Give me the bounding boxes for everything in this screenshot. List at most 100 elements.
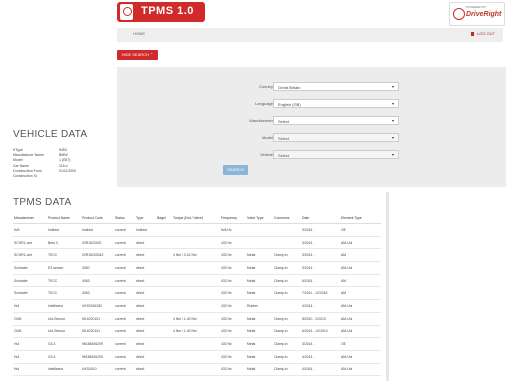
table-cell: 3/2014 - bbox=[301, 248, 340, 263]
table-cell: Schrader bbox=[13, 286, 47, 301]
table-cell: TECC bbox=[47, 286, 81, 301]
table-cell bbox=[246, 223, 273, 237]
table-cell: OUB bbox=[13, 312, 47, 326]
table-cell bbox=[156, 299, 172, 313]
table-row[interactable]: Hul Intellisens UKS4010 current direct 433 Hz… bbox=[13, 363, 381, 377]
form-row-manufacturer: Manufacturer Select bbox=[117, 116, 506, 126]
table-cell bbox=[156, 325, 172, 339]
vehicle-field: Car Name 118 d bbox=[13, 164, 68, 168]
table-cell: Indirect bbox=[47, 223, 81, 237]
nav-home-link[interactable]: HOME bbox=[133, 31, 145, 36]
table-cell bbox=[156, 274, 172, 288]
table-cell: AM-Uni bbox=[340, 236, 381, 250]
table-cell: Metal bbox=[246, 337, 273, 351]
table-cell: direct bbox=[135, 274, 156, 288]
table-cell bbox=[156, 350, 172, 364]
manufacturer-select[interactable]: Select bbox=[273, 116, 399, 125]
table-cell bbox=[172, 274, 220, 288]
table-cell: Rubber bbox=[246, 299, 273, 313]
vehicle-field-key: Construction To bbox=[13, 174, 38, 178]
vehicle-field: Construction From 01/11/2002 bbox=[13, 169, 76, 173]
table-cell: 433 Hz bbox=[220, 363, 246, 377]
table-cell: Hul bbox=[13, 337, 47, 351]
table-cell: current bbox=[114, 286, 135, 301]
table-cell bbox=[172, 261, 220, 275]
app-header: TPMS 1.0 POWERED BY DriveRight bbox=[0, 0, 506, 26]
vehicle-data-panel: VEHICLE DATA KType 5453 Manufacturer Name B… bbox=[0, 120, 117, 192]
table-cell bbox=[156, 337, 172, 351]
table-cell bbox=[172, 299, 220, 313]
table-cell: direct bbox=[135, 325, 156, 339]
table-row[interactable]: N/A Indirect Indirect current Indirect N/A Hz… bbox=[13, 223, 381, 237]
table-cell: Clamp-in bbox=[273, 350, 301, 364]
table-row[interactable]: SCHR1-omi Best 3 02R1522002 current direct 43… bbox=[13, 236, 381, 250]
form-row-vehicle: Vehicle Select bbox=[117, 150, 506, 160]
table-row[interactable]: Schrader TECC 4063 current direct 433 Hz Metal… bbox=[13, 274, 381, 288]
table-cell: Uni-Sensor bbox=[47, 325, 81, 339]
table-cell: 4063 bbox=[81, 274, 114, 288]
table-cell: Intellisens bbox=[47, 363, 81, 377]
table-cell: 3050 bbox=[81, 261, 114, 275]
table-cell: AM bbox=[340, 274, 381, 288]
table-cell: 3/2014 - bbox=[301, 223, 340, 237]
table-cell: 96158406209 bbox=[81, 350, 114, 364]
table-cell: current bbox=[114, 337, 135, 351]
partner-name: DriveRight bbox=[466, 11, 502, 18]
table-cell: current bbox=[114, 274, 135, 288]
search-button[interactable]: SEARCH bbox=[223, 165, 248, 175]
table-cell: AM-Uni bbox=[340, 325, 381, 339]
table-cell bbox=[246, 236, 273, 250]
vehicle-field-key: Model bbox=[13, 158, 23, 163]
table-cell: 3/2014 - bbox=[301, 236, 340, 250]
table-cell: 55-6220101 bbox=[81, 325, 114, 339]
model-label: Model bbox=[262, 135, 273, 140]
table-cell: direct bbox=[135, 299, 156, 313]
nav-bar: HOME LOG OUT bbox=[117, 28, 503, 42]
language-select[interactable]: English (GB) bbox=[273, 99, 399, 108]
language-label: Language bbox=[255, 101, 273, 106]
table-cell: Best 3 bbox=[47, 236, 81, 250]
table-cell: direct bbox=[135, 248, 156, 263]
table-row[interactable]: OUB Uni-Sensor 55-6220101 current direct 4 Nm… bbox=[13, 312, 381, 326]
table-cell: 55-6220101 bbox=[81, 312, 114, 326]
table-row[interactable]: Hul G3.4 96158406209 current direct 433 Hz Met… bbox=[13, 337, 381, 351]
table-cell: AM-Uni bbox=[340, 312, 381, 326]
table-row[interactable]: Hul G3.4 96158406209 current direct 433 Hz Met… bbox=[13, 350, 381, 364]
table-cell: Metal bbox=[246, 286, 273, 301]
table-cell: current bbox=[114, 261, 135, 275]
table-row[interactable]: Hul Intellisens UKS0061052 current direct 433… bbox=[13, 299, 381, 313]
column-header: Frequency bbox=[220, 212, 246, 224]
tpms-logo[interactable]: TPMS 1.0 bbox=[117, 2, 205, 22]
table-cell: 96158406209 bbox=[81, 337, 114, 351]
column-header: Valve Type bbox=[246, 212, 273, 224]
table-cell: direct bbox=[135, 337, 156, 351]
form-row-country: Country Great Britain bbox=[117, 82, 506, 92]
table-cell: current bbox=[114, 350, 135, 364]
table-cell: SCHR1-omi bbox=[13, 248, 47, 263]
table-cell: direct bbox=[135, 261, 156, 275]
table-cell: 6/2014 - 12/2014 bbox=[301, 325, 340, 339]
partner-caption: POWERED BY bbox=[466, 5, 487, 9]
column-header: Torque (Nut / Valve) bbox=[172, 212, 220, 224]
table-row[interactable]: Schrader EZ sensor 3050 current direct 433 Hz… bbox=[13, 261, 381, 275]
table-cell: AM bbox=[340, 248, 381, 263]
country-select[interactable]: Great Britain bbox=[273, 82, 399, 91]
vehicle-select[interactable]: Select bbox=[273, 150, 399, 159]
checkmark-icon bbox=[453, 8, 465, 20]
table-cell: 4/2014 - bbox=[301, 350, 340, 364]
table-cell: Intellisens bbox=[47, 299, 81, 313]
table-cell: 433 Hz bbox=[220, 312, 246, 326]
model-select[interactable]: Select bbox=[273, 133, 399, 142]
vehicle-field-value: 1 (E87) bbox=[59, 158, 71, 163]
table-row[interactable]: SCHR1-omi TECC 02R1522004Z current direct 4 N… bbox=[13, 248, 381, 263]
vehicle-field-value: 118 d bbox=[59, 163, 68, 168]
tpms-table: Manufacturer Product Name Product Code Stat… bbox=[13, 212, 381, 377]
hide-search-button[interactable]: HIDE SEARCH ⌃ bbox=[117, 50, 158, 60]
column-header: Connector bbox=[273, 212, 301, 224]
table-cell: AM-Uni bbox=[340, 261, 381, 275]
table-row[interactable]: Schrader TECC 4063 current direct 433 Hz Metal… bbox=[13, 286, 381, 301]
vehicle-field-value: 01/11/2002 bbox=[59, 168, 77, 173]
table-cell: 4/2014 - bbox=[301, 299, 340, 313]
table-row[interactable]: OUB Uni-Sensor 55-6220101 current direct 4 Nm… bbox=[13, 325, 381, 339]
logout-link[interactable]: LOG OUT bbox=[470, 31, 495, 36]
